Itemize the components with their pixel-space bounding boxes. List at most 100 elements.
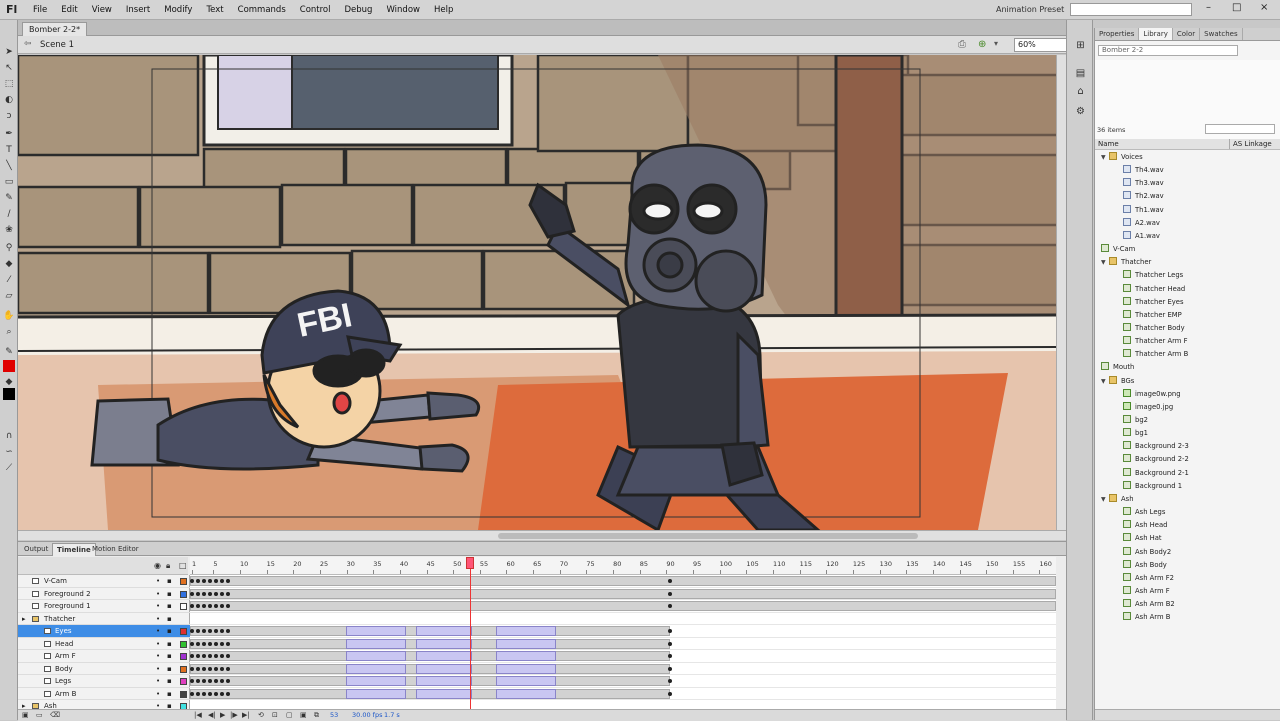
layer-outline-color[interactable] <box>180 653 187 660</box>
close-button[interactable]: × <box>1260 2 1268 13</box>
library-item[interactable]: ▼ Voices <box>1101 151 1143 164</box>
show-hide-all-icon[interactable]: ◉ <box>154 561 161 570</box>
library-item[interactable]: Ash Arm F <box>1123 585 1170 598</box>
frame-row[interactable] <box>190 700 1056 709</box>
keyframe[interactable] <box>190 629 194 633</box>
selection-tool-icon[interactable]: ➤ <box>3 46 15 58</box>
tween-span[interactable] <box>496 638 556 649</box>
go-last-frame-icon[interactable]: ▶| <box>242 710 250 721</box>
tween-span[interactable] <box>416 638 472 649</box>
visibility-dot-icon[interactable]: • <box>156 650 160 662</box>
library-item[interactable]: Ash Legs <box>1123 506 1165 519</box>
library-item[interactable]: Th3.wav <box>1123 177 1164 190</box>
loop-icon[interactable]: ⟲ <box>258 710 264 721</box>
lock-icon[interactable]: ▪ <box>167 588 172 600</box>
keyframe[interactable] <box>226 666 230 671</box>
library-item[interactable]: Thatcher Legs <box>1123 269 1183 282</box>
layer-outline-color[interactable] <box>180 665 187 673</box>
library-item[interactable]: Ash Head <box>1123 519 1167 532</box>
menu-insert[interactable]: Insert <box>119 5 157 15</box>
keyframe[interactable] <box>220 591 224 596</box>
keyframe[interactable] <box>668 641 672 646</box>
layer-row[interactable]: Foreground 2 • ▪ <box>18 588 190 600</box>
keyframe[interactable] <box>208 604 212 608</box>
edit-symbols-icon[interactable]: ⊕ <box>978 39 986 50</box>
outline-all-icon[interactable]: □ <box>179 561 187 570</box>
tween-span[interactable] <box>416 676 472 686</box>
library-item[interactable]: image0w.png <box>1123 388 1181 401</box>
keyframe[interactable] <box>190 641 194 646</box>
keyframe[interactable] <box>202 654 206 658</box>
keyframe[interactable] <box>196 691 200 696</box>
keyframe[interactable] <box>220 629 224 633</box>
edit-scene-icon[interactable]: ⎙ <box>958 39 966 50</box>
layer-row[interactable]: ▸ Thatcher • ▪ <box>18 613 190 625</box>
frame-row[interactable] <box>190 663 1056 675</box>
library-item[interactable]: Thatcher Body <box>1123 322 1185 335</box>
tab-color[interactable]: Color <box>1173 28 1201 40</box>
rectangle-tool-icon[interactable]: ▭ <box>3 176 15 188</box>
keyframe[interactable] <box>196 591 200 596</box>
keyframe[interactable] <box>190 691 194 696</box>
step-forward-icon[interactable]: |▶ <box>230 710 238 721</box>
keyframe[interactable] <box>668 679 672 683</box>
fill-color-icon[interactable]: ◆ <box>3 376 15 388</box>
keyframe[interactable] <box>214 604 218 608</box>
keyframe[interactable] <box>208 654 212 658</box>
visibility-dot-icon[interactable]: • <box>156 688 160 700</box>
align-panel-icon[interactable]: ⊞ <box>1074 40 1087 53</box>
library-item[interactable]: Ash Arm B <box>1123 611 1170 624</box>
tab-properties[interactable]: Properties <box>1095 28 1140 40</box>
keyframe[interactable] <box>214 679 218 683</box>
playhead-handle[interactable] <box>466 557 474 569</box>
folder-toggle-icon[interactable]: ▼ <box>1101 493 1109 506</box>
tween-span[interactable] <box>416 663 472 674</box>
library-item[interactable]: Ash Body <box>1123 559 1167 572</box>
line-tool-icon[interactable]: ╲ <box>3 160 15 172</box>
layer-outline-color[interactable] <box>180 628 187 635</box>
tab-library[interactable]: Library <box>1139 28 1173 40</box>
text-tool-icon[interactable]: T <box>3 144 15 156</box>
keyframe[interactable] <box>202 666 206 671</box>
library-item[interactable]: image0.jpg <box>1123 401 1173 414</box>
folder-toggle-icon[interactable]: ▼ <box>1101 375 1109 388</box>
keyframe[interactable] <box>202 641 206 646</box>
keyframe[interactable] <box>190 604 194 608</box>
keyframe[interactable] <box>226 679 230 683</box>
lock-icon[interactable]: ▪ <box>167 650 172 662</box>
keyframe[interactable] <box>220 579 224 583</box>
subselection-tool-icon[interactable]: ↖ <box>3 62 15 74</box>
lock-icon[interactable]: ▪ <box>167 575 172 587</box>
keyframe[interactable] <box>226 579 230 583</box>
help-search-input[interactable] <box>1070 3 1192 16</box>
keyframe[interactable] <box>196 654 200 658</box>
frame-row[interactable] <box>190 675 1056 688</box>
hand-tool-icon[interactable]: ✋ <box>3 310 15 322</box>
pencil-tool-icon[interactable]: ✎ <box>3 192 15 204</box>
keyframe[interactable] <box>196 579 200 583</box>
zoom-tool-icon[interactable]: ⌕ <box>3 326 15 338</box>
keyframe[interactable] <box>202 629 206 633</box>
tween-span[interactable] <box>346 663 406 674</box>
keyframe[interactable] <box>196 679 200 683</box>
menu-debug[interactable]: Debug <box>338 5 380 15</box>
keyframe[interactable] <box>190 679 194 683</box>
frame-row[interactable] <box>190 588 1056 600</box>
scroll-thumb[interactable] <box>498 533 918 539</box>
stage[interactable]: FBI <box>18 55 1056 530</box>
tab-swatches[interactable]: Swatches <box>1200 28 1243 40</box>
library-item[interactable]: Ash Hat <box>1123 532 1162 545</box>
library-item[interactable]: bg1 <box>1123 427 1148 440</box>
keyframe[interactable] <box>220 691 224 696</box>
tween-span[interactable] <box>496 626 556 636</box>
keyframe[interactable] <box>214 654 218 658</box>
library-item[interactable]: Background 1 <box>1123 480 1182 493</box>
keyframe[interactable] <box>208 579 212 583</box>
eyedropper-tool-icon[interactable]: ⁄ <box>3 274 15 286</box>
library-item[interactable]: Ash Arm B2 <box>1123 598 1175 611</box>
tween-span[interactable] <box>416 651 472 661</box>
keyframe[interactable] <box>214 666 218 671</box>
play-icon[interactable]: ▶ <box>220 710 225 721</box>
transform-panel-icon[interactable]: ⌂ <box>1074 86 1087 99</box>
tween-span[interactable] <box>496 651 556 661</box>
